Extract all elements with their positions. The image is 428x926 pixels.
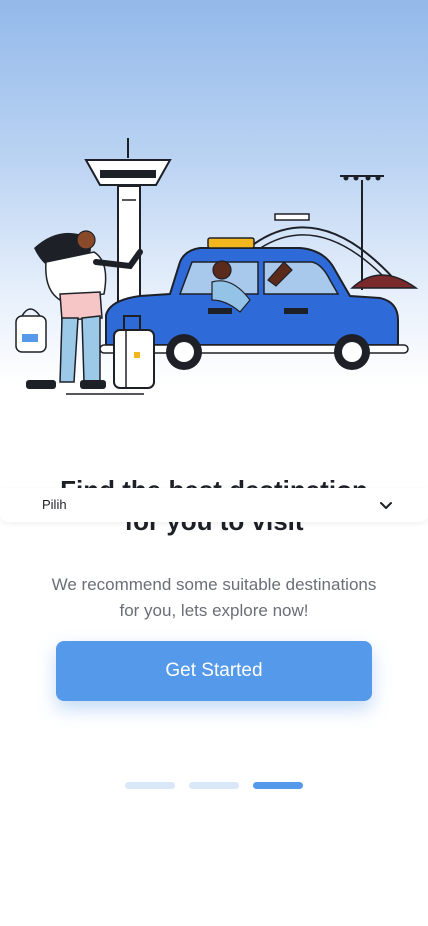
pagination-dots — [125, 782, 305, 790]
pagination-dot[interactable] — [189, 782, 239, 789]
pagination-dot[interactable] — [125, 782, 175, 789]
traveler-taxi-airport-illustration — [0, 138, 428, 470]
onboarding-subtitle: We recommend some suitable destinations … — [51, 575, 377, 620]
selector-dropdown[interactable]: Pilih — [0, 488, 428, 522]
dropdown-selected-value: Pilih — [42, 497, 67, 512]
hero-illustration — [0, 0, 428, 470]
get-started-button[interactable]: Get Started — [56, 641, 372, 701]
chevron-down-icon[interactable] — [378, 498, 394, 514]
pagination-dot[interactable] — [253, 782, 303, 789]
